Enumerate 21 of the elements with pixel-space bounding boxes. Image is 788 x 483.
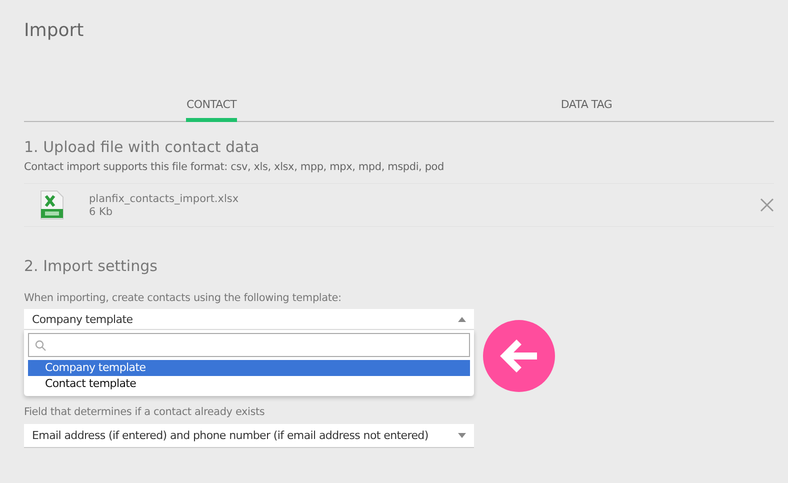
section-heading: 2. Import settings [24,257,158,275]
file-name: planfix_contacts_import.xlsx [89,192,240,204]
page-title: Import [24,20,85,43]
caret-up-icon [458,316,466,322]
dropdown-option[interactable]: Company template [28,360,470,376]
match-field-dropdown[interactable]: Email address (if entered) and phone number (if email address not entered) [24,424,474,448]
field-label: When importing, create contacts using the following template: [24,292,342,304]
search-field[interactable] [28,333,470,357]
arrow-left-icon [483,320,555,392]
dropdown-option[interactable]: Contact template [28,376,470,392]
format-note: Contact import supports this file format: csv, xls, xlsx, mpp, mpx, mpd, mspdi, pod [24,161,445,173]
section-heading: 1. Upload file with contact data [24,138,260,156]
caret-down-icon [458,433,466,438]
file-size: 6 Kb [89,206,114,218]
template-dropdown[interactable]: Company template [24,309,474,330]
tab[interactable]: CONTACT [186,94,237,122]
field-label: Field that determines if a contact already exists [24,406,266,418]
spreadsheet-file-icon [40,190,64,220]
search-icon [35,340,46,350]
close-icon[interactable] [760,198,774,212]
tab[interactable]: DATA TAG [560,94,612,122]
